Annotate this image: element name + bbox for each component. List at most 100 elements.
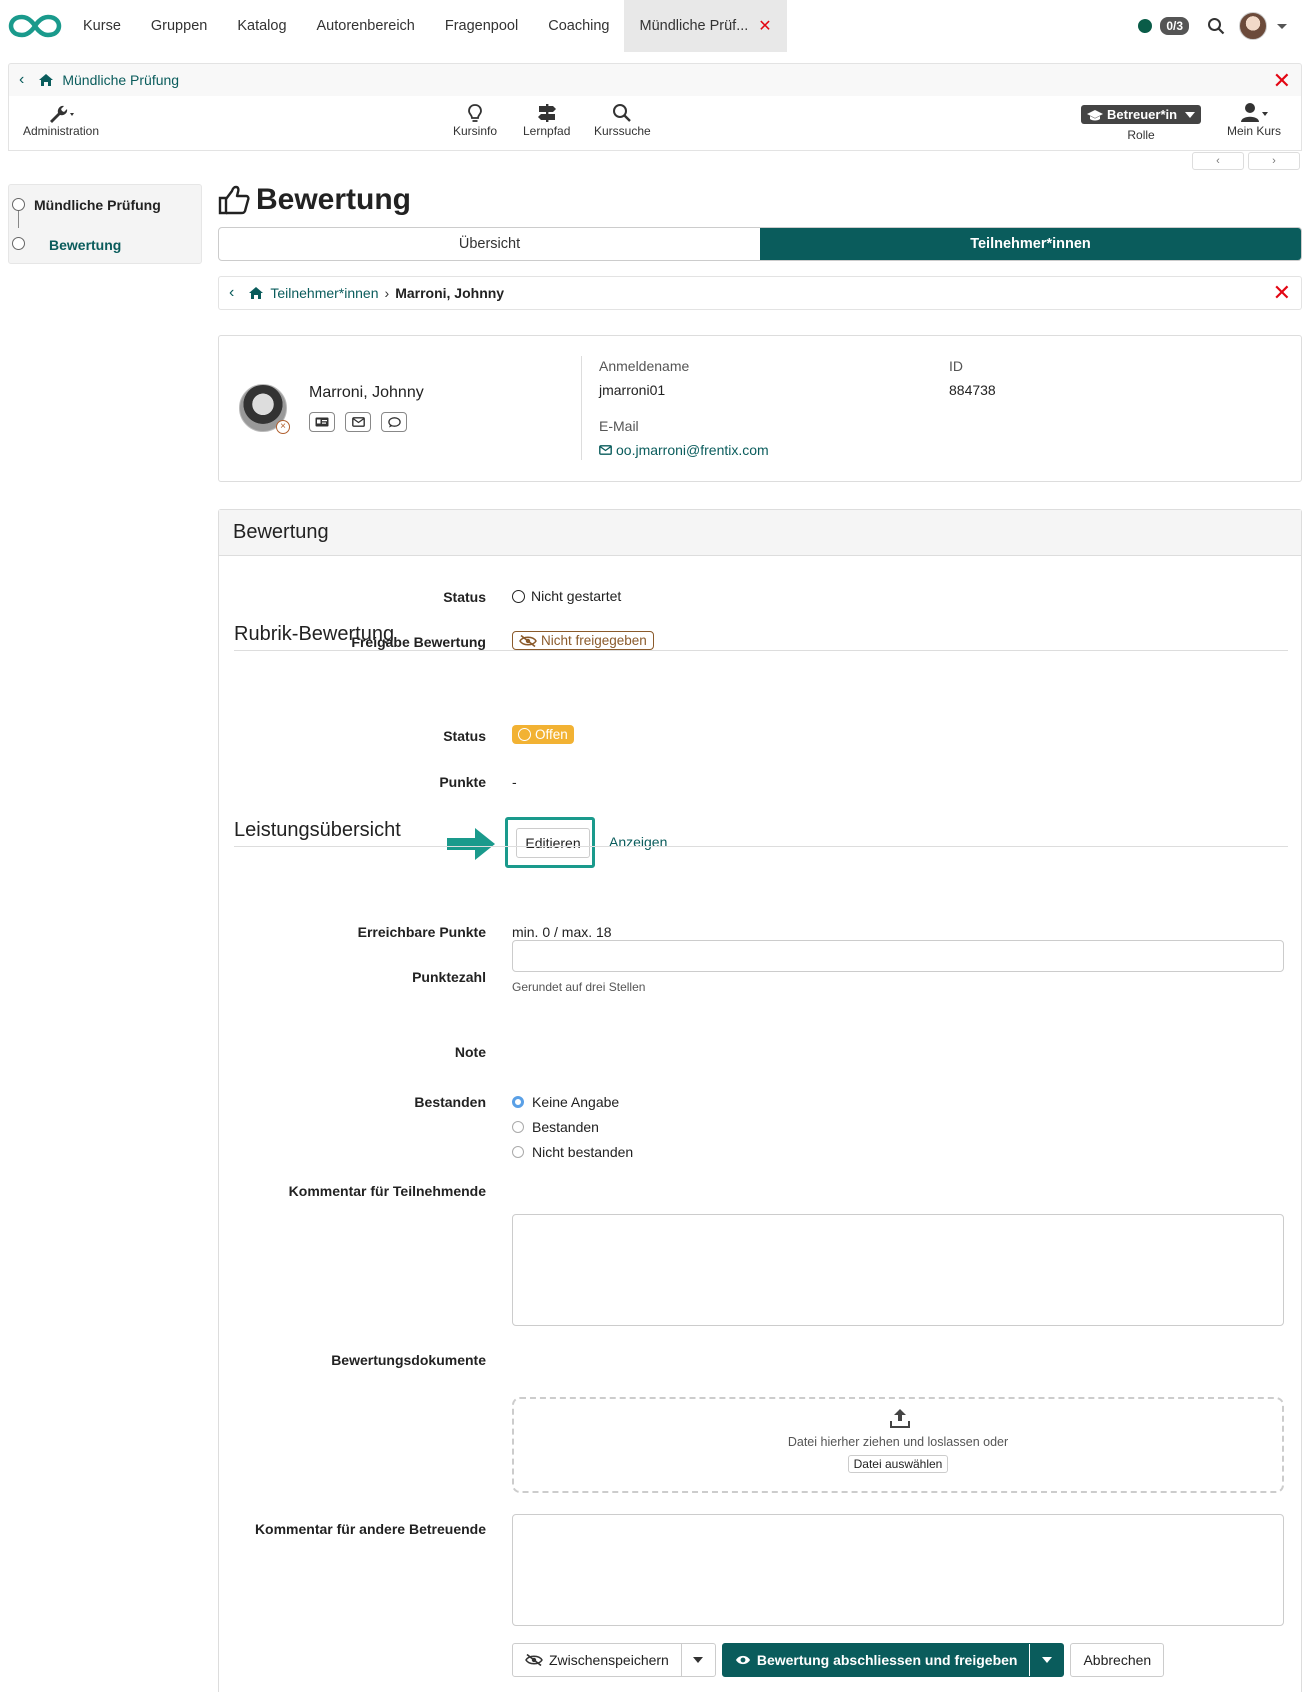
radio-unchecked-icon[interactable] [512, 1121, 524, 1133]
course-title-link[interactable]: Mündliche Prüfung [62, 72, 179, 88]
mein-kurs-label: Mein Kurs [1227, 124, 1282, 138]
page-title-text: Bewertung [256, 183, 412, 216]
save-draft-dropdown[interactable] [680, 1644, 715, 1676]
circle-icon [512, 589, 525, 603]
cancel-button[interactable]: Abbrechen [1070, 1643, 1165, 1677]
lernpfad-button[interactable]: Lernpfad [523, 102, 570, 138]
administration-button[interactable]: Administration [23, 102, 99, 138]
kursinfo-button[interactable]: Kursinfo [453, 102, 497, 138]
home-icon[interactable] [248, 286, 264, 300]
sidebar-item-muendliche-pruefung[interactable]: Mündliche Prüfung [34, 197, 161, 213]
id-value: 884738 [949, 382, 996, 398]
radio-checked-icon[interactable] [512, 1096, 524, 1108]
tree-node-icon [12, 237, 25, 250]
close-tab-icon[interactable]: ✕ [758, 16, 771, 36]
nav-autorenbereich[interactable]: Autorenbereich [302, 0, 430, 52]
assessment-panel: Bewertung Status Nicht gestartet Freigab… [218, 509, 1302, 1692]
finish-dropdown[interactable] [1029, 1644, 1063, 1676]
graduation-cap-icon [1087, 109, 1103, 120]
breadcrumb: ‹ Teilnehmer*innen › Marroni, Johnny ✕ [218, 276, 1302, 310]
nav-active-course-label: Mündliche Prüf... [639, 18, 749, 34]
nav-fragenpool[interactable]: Fragenpool [430, 0, 533, 52]
save-draft-button[interactable]: Zwischenspeichern [513, 1652, 681, 1668]
participant-comment-textarea[interactable] [512, 1214, 1284, 1326]
chat-icon[interactable] [381, 412, 407, 432]
notification-counter[interactable]: 0/3 [1160, 17, 1189, 35]
search-icon [613, 104, 632, 122]
back-chevron-icon[interactable]: ‹ [229, 284, 234, 302]
radio-unchecked-icon[interactable] [512, 1146, 524, 1158]
radio-no-answer[interactable]: Keine Angabe [512, 1094, 619, 1110]
tab-uebersicht[interactable]: Übersicht [219, 228, 760, 260]
role-label: Rolle [1127, 128, 1155, 142]
openolat-logo-icon[interactable] [8, 12, 62, 40]
coach-comment-textarea[interactable] [512, 1514, 1284, 1626]
open-status-badge: Offen [512, 725, 574, 744]
search-icon[interactable] [1207, 17, 1225, 35]
participant-name: Marroni, Johnny [309, 384, 424, 401]
save-draft-button-group: Zwischenspeichern [512, 1643, 716, 1677]
previous-chevron-icon[interactable]: ‹ [1192, 152, 1244, 170]
sidebar-item-bewertung[interactable]: Bewertung [49, 237, 121, 253]
open-status-text: Offen [535, 727, 568, 742]
signpost-icon [537, 104, 556, 122]
nav-active-course-tab[interactable]: Mündliche Prüf... ✕ [624, 0, 787, 52]
divider [234, 846, 1288, 847]
divider [234, 650, 1288, 651]
close-breadcrumb-icon[interactable]: ✕ [1273, 280, 1291, 306]
cancel-label: Abbrechen [1083, 1652, 1152, 1668]
file-dropzone[interactable]: Datei hierher ziehen und loslassen oder … [512, 1397, 1284, 1493]
status-text: Nicht gestartet [531, 588, 622, 604]
score-input[interactable] [512, 940, 1284, 972]
score-hint: Gerundet auf drei Stellen [512, 980, 646, 994]
mein-kurs-button[interactable]: Mein Kurs [1227, 102, 1281, 138]
grade-label: Note [454, 1044, 486, 1060]
email-link[interactable]: oo.jmarroni@frentix.com [599, 442, 769, 458]
save-draft-label: Zwischenspeichern [549, 1652, 669, 1668]
thumbs-up-icon [218, 185, 250, 215]
coach-comment-label: Kommentar für andere Betreuende [254, 1521, 486, 1537]
nav-kurse[interactable]: Kurse [68, 0, 136, 52]
course-pager: ‹ › [1192, 152, 1300, 170]
radio-failed[interactable]: Nicht bestanden [512, 1144, 633, 1160]
home-icon[interactable] [38, 73, 54, 87]
user-avatar[interactable] [1239, 12, 1267, 40]
rubric-section-title: Rubrik-Bewertung [234, 623, 395, 645]
divider [581, 356, 582, 460]
back-chevron-icon[interactable]: ‹ [19, 71, 24, 89]
mail-icon[interactable] [345, 412, 371, 432]
chevron-down-icon [1185, 111, 1196, 118]
breadcrumb-current: Marroni, Johnny [395, 285, 505, 301]
finish-and-release-label: Bewertung abschliessen und freigeben [756, 1652, 1018, 1668]
nav-gruppen[interactable]: Gruppen [136, 0, 222, 52]
breadcrumb-participants-link[interactable]: Teilnehmer*innen [270, 285, 378, 301]
visiting-card-icon[interactable] [309, 412, 335, 432]
close-course-icon[interactable]: ✕ [1273, 68, 1291, 94]
finish-button-group: Bewertung abschliessen und freigeben [721, 1643, 1065, 1677]
status-value: Nicht gestartet [512, 588, 621, 604]
chevron-down-icon [693, 1657, 704, 1663]
finish-and-release-button[interactable]: Bewertung abschliessen und freigeben [723, 1652, 1030, 1668]
rubric-status-value: Offen [512, 725, 574, 744]
assessment-heading: Bewertung [219, 510, 1301, 556]
reachable-points-value: min. 0 / max. 18 [512, 924, 612, 940]
kurssuche-button[interactable]: Kurssuche [594, 102, 651, 138]
role-switch-button[interactable]: Betreuer*in Rolle [1081, 105, 1202, 142]
choose-file-button[interactable]: Datei auswählen [847, 1455, 949, 1473]
radio-passed[interactable]: Bestanden [512, 1119, 599, 1135]
role-dropdown[interactable]: Betreuer*in [1081, 105, 1202, 124]
role-value: Betreuer*in [1107, 107, 1178, 122]
show-rubric-link[interactable]: Anzeigen [609, 834, 667, 850]
course-menu-sidebar: Mündliche Prüfung Bewertung [8, 184, 202, 264]
online-status-icon[interactable] [1138, 19, 1153, 33]
breadcrumb-separator-icon: › [384, 285, 390, 301]
radio-failed-label: Nicht bestanden [532, 1144, 634, 1160]
user-menu-chevron-down-icon[interactable] [1277, 23, 1287, 29]
segment-tabs: Übersicht Teilnehmer*innen [218, 227, 1302, 261]
edit-rubric-button[interactable]: Editieren [516, 828, 590, 858]
tab-teilnehmer[interactable]: Teilnehmer*innen [760, 228, 1301, 260]
release-status-badge: Nicht freigegeben [512, 631, 654, 650]
nav-coaching[interactable]: Coaching [533, 0, 624, 52]
nav-katalog[interactable]: Katalog [222, 0, 301, 52]
next-chevron-icon[interactable]: › [1248, 152, 1300, 170]
